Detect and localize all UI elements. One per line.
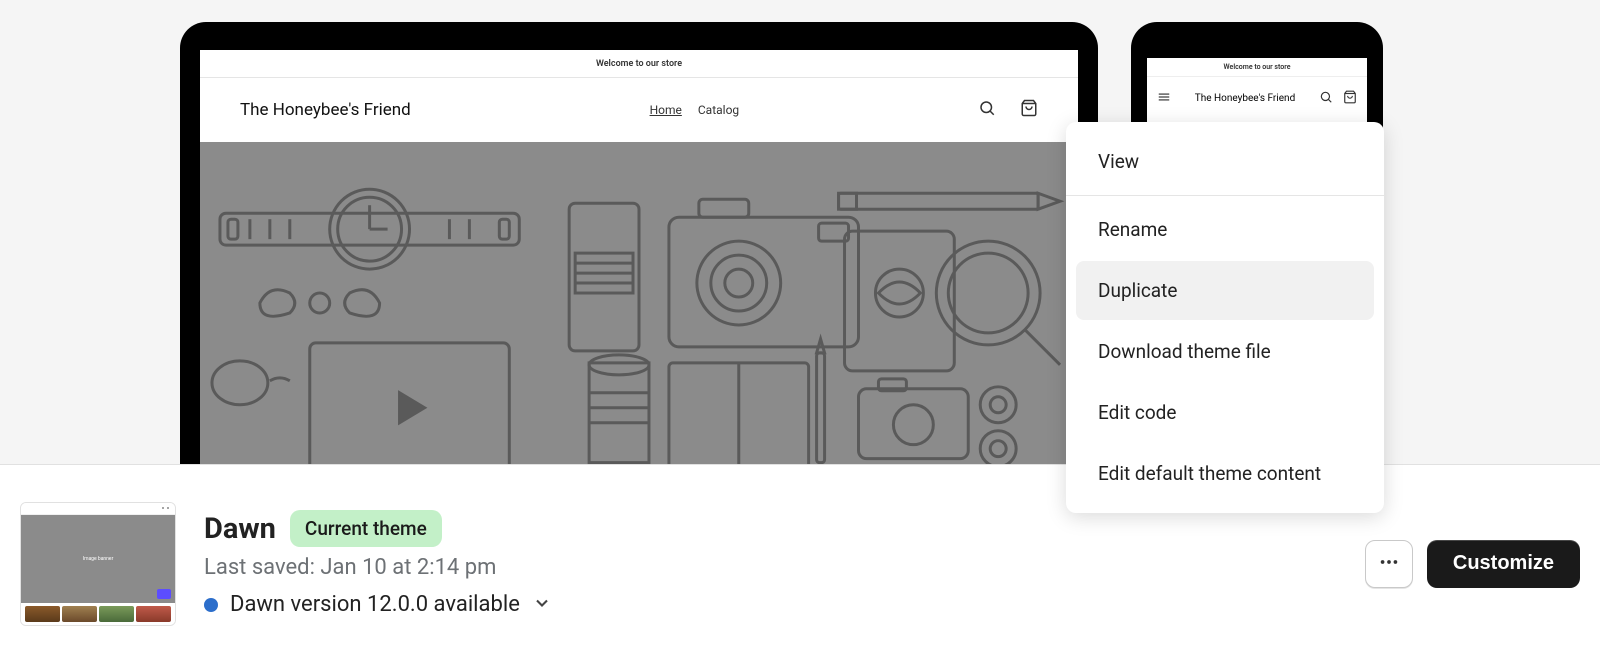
store-name: The Honeybee's Friend: [240, 100, 411, 120]
store-nav: Home Catalog: [650, 103, 740, 117]
theme-actions-menu: View Rename Duplicate Download theme fil…: [1066, 122, 1384, 513]
theme-thumbnail[interactable]: Image banner: [20, 502, 176, 626]
cart-icon[interactable]: [1020, 99, 1038, 121]
nav-home[interactable]: Home: [650, 103, 682, 117]
desktop-preview-screen: Welcome to our store The Honeybee's Frie…: [200, 50, 1078, 464]
current-theme-badge: Current theme: [290, 510, 442, 547]
menu-rename[interactable]: Rename: [1076, 200, 1374, 259]
menu-download-theme-file[interactable]: Download theme file: [1076, 322, 1374, 381]
mobile-header: The Honeybee's Friend: [1147, 76, 1367, 120]
hero-line-art: [200, 142, 1078, 464]
theme-name: Dawn: [204, 512, 276, 546]
chevron-down-icon: [532, 593, 552, 617]
search-icon[interactable]: [978, 99, 996, 121]
search-icon[interactable]: [1319, 89, 1333, 108]
thumbnail-hero: Image banner: [21, 515, 175, 603]
nav-catalog[interactable]: Catalog: [698, 103, 739, 117]
hero-banner: [200, 142, 1078, 464]
more-actions-button[interactable]: [1365, 540, 1413, 588]
store-icons: [978, 99, 1038, 121]
mobile-store-name: The Honeybee's Friend: [1171, 93, 1319, 105]
customize-button[interactable]: Customize: [1427, 540, 1580, 588]
theme-actions: Customize: [1365, 540, 1580, 588]
menu-divider: [1066, 195, 1384, 196]
update-indicator-dot: [204, 598, 218, 612]
menu-duplicate[interactable]: Duplicate: [1076, 261, 1374, 320]
more-icon: [1378, 551, 1400, 576]
menu-edit-default-theme-content[interactable]: Edit default theme content: [1076, 444, 1374, 503]
store-header: The Honeybee's Friend Home Catalog: [200, 78, 1078, 142]
desktop-preview-frame: Welcome to our store The Honeybee's Frie…: [180, 22, 1098, 464]
cart-icon[interactable]: [1343, 89, 1357, 108]
theme-info: Dawn Current theme Last saved: Jan 10 at…: [204, 510, 552, 617]
mobile-announcement-bar: Welcome to our store: [1147, 58, 1367, 76]
thumbnail-label: Image banner: [83, 556, 114, 562]
update-available-row[interactable]: Dawn version 12.0.0 available: [204, 592, 552, 617]
preview-area: Welcome to our store The Honeybee's Frie…: [0, 0, 1600, 464]
thumbnail-badge: [157, 589, 171, 599]
update-available-text: Dawn version 12.0.0 available: [230, 592, 520, 617]
menu-view[interactable]: View: [1076, 132, 1374, 191]
announcement-bar: Welcome to our store: [200, 50, 1078, 78]
last-saved-text: Last saved: Jan 10 at 2:14 pm: [204, 555, 552, 580]
menu-edit-code[interactable]: Edit code: [1076, 383, 1374, 442]
hamburger-icon[interactable]: [1157, 89, 1171, 108]
